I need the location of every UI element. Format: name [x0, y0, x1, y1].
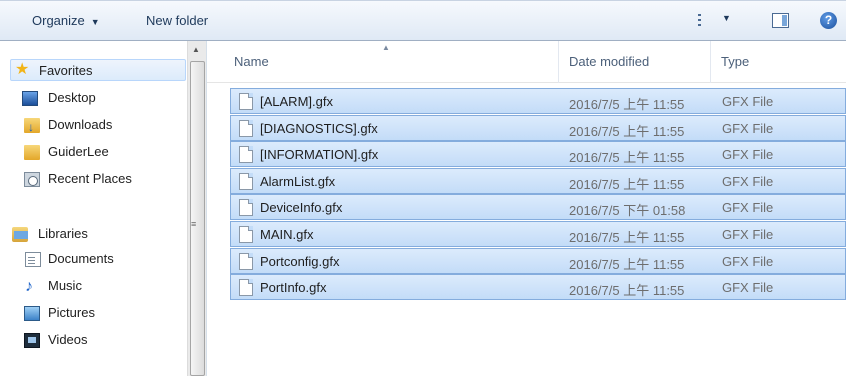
organize-button[interactable]: Organize ▼ [32, 13, 100, 28]
file-row[interactable]: [DIAGNOSTICS].gfx 2016/7/5 上午 11:55 GFX Fi… [230, 114, 846, 141]
change-view-icon[interactable] [698, 14, 712, 26]
column-type[interactable]: Type [721, 54, 749, 69]
star-icon: ★ [15, 61, 30, 78]
file-row[interactable]: Portconfig.gfx 2016/7/5 上午 11:55 GFX File [230, 247, 846, 274]
file-name: [DIAGNOSTICS].gfx [260, 120, 378, 136]
file-row[interactable]: [INFORMATION].gfx 2016/7/5 上午 11:55 GFX Fi… [230, 141, 846, 168]
nav-label: Documents [48, 251, 114, 266]
file-row[interactable]: [ALARM].gfx 2016/7/5 上午 11:55 GFX File [230, 88, 846, 114]
music-icon: ♪ [25, 278, 33, 295]
column-name[interactable]: Name [234, 54, 269, 69]
file-type: GFX File [722, 253, 774, 269]
file-icon [239, 279, 253, 297]
file-date-modified: 2016/7/5 上午 11:55 [569, 97, 685, 112]
nav-label: Favorites [39, 63, 93, 78]
view-options-chevron-icon[interactable]: ▼ [722, 13, 731, 23]
file-date-modified: 2016/7/5 下午 01:58 [569, 203, 686, 219]
file-dialog: Organize ▼ New folder ▼ ? ★ Favorites Des… [0, 0, 846, 376]
file-icon [239, 93, 253, 110]
documents-icon [25, 252, 41, 267]
file-type: GFX File [722, 280, 774, 296]
file-row[interactable]: DeviceInfo.gfx 2016/7/5 下午 01:58 GFX File [230, 194, 846, 221]
recent-places-icon [24, 172, 40, 187]
nav-item-favorites[interactable]: ★ Favorites [10, 59, 186, 81]
column-header: ▲ Name Date modified Type [207, 41, 846, 83]
nav-label: Videos [48, 332, 88, 347]
file-icon [239, 199, 253, 217]
file-date-modified: 2016/7/5 上午 11:55 [569, 256, 685, 272]
command-bar: Organize ▼ New folder ▼ ? [0, 0, 846, 41]
nav-scrollbar[interactable]: ▲ ≡ [187, 41, 206, 376]
scroll-up-icon[interactable]: ▲ [192, 45, 200, 54]
new-folder-button[interactable]: New folder [146, 13, 208, 28]
file-icon [239, 252, 253, 270]
file-row[interactable]: AlarmList.gfx 2016/7/5 上午 11:55 GFX File [230, 167, 846, 194]
file-icon [239, 146, 253, 164]
file-date-modified: 2016/7/5 上午 11:55 [569, 230, 685, 245]
nav-label: Recent Places [48, 171, 132, 186]
libraries-icon [12, 227, 28, 242]
column-date-modified[interactable]: Date modified [569, 54, 649, 69]
chevron-down-icon: ▼ [90, 17, 100, 27]
folder-icon [24, 145, 40, 160]
nav-label: Desktop [48, 90, 96, 105]
file-name: PortInfo.gfx [260, 280, 327, 296]
file-icon [239, 119, 253, 137]
downloads-folder-icon [24, 116, 40, 138]
file-icon [239, 172, 253, 190]
file-row[interactable]: PortInfo.gfx 2016/7/5 上午 11:55 GFX File [230, 274, 846, 301]
file-date-modified: 2016/7/5 上午 11:55 [569, 150, 685, 166]
file-name: Portconfig.gfx [260, 253, 340, 269]
preview-pane-icon[interactable] [772, 13, 789, 28]
file-date-modified: 2016/7/5 上午 11:55 [569, 176, 685, 192]
file-date-modified: 2016/7/5 上午 11:55 [569, 123, 685, 139]
nav-label: Downloads [48, 117, 113, 132]
file-row[interactable]: MAIN.gfx 2016/7/5 上午 11:55 GFX File [230, 221, 846, 247]
file-name: MAIN.gfx [260, 227, 314, 242]
file-type: GFX File [722, 200, 774, 216]
nav-label: Libraries [38, 226, 88, 241]
help-icon[interactable]: ? [820, 12, 837, 29]
file-type: GFX File [722, 147, 774, 163]
navigation-pane: ★ Favorites Desktop Downloads GuiderLee … [0, 41, 207, 376]
desktop-icon [22, 91, 38, 106]
nav-label: GuiderLee [48, 144, 109, 159]
nav-label: Music [48, 278, 82, 293]
pictures-icon [24, 306, 40, 321]
file-type: GFX File [722, 227, 774, 242]
file-name: AlarmList.gfx [260, 173, 336, 189]
scrollbar-grip-icon: ≡ [191, 219, 197, 229]
sort-ascending-icon: ▲ [382, 43, 390, 52]
file-icon [239, 226, 253, 243]
nav-label: Pictures [48, 305, 95, 320]
file-date-modified: 2016/7/5 上午 11:55 [569, 283, 685, 299]
file-name: DeviceInfo.gfx [260, 200, 343, 216]
organize-label: Organize [32, 13, 85, 28]
file-name: [INFORMATION].gfx [260, 147, 379, 163]
file-type: GFX File [722, 173, 774, 189]
column-divider[interactable] [710, 41, 711, 83]
videos-icon [24, 333, 40, 348]
column-divider[interactable] [558, 41, 559, 83]
file-name: [ALARM].gfx [260, 94, 333, 109]
file-list: ▲ Name Date modified Type [ALARM].gfx 201… [207, 41, 846, 376]
file-type: GFX File [722, 120, 774, 136]
file-type: GFX File [722, 94, 774, 109]
